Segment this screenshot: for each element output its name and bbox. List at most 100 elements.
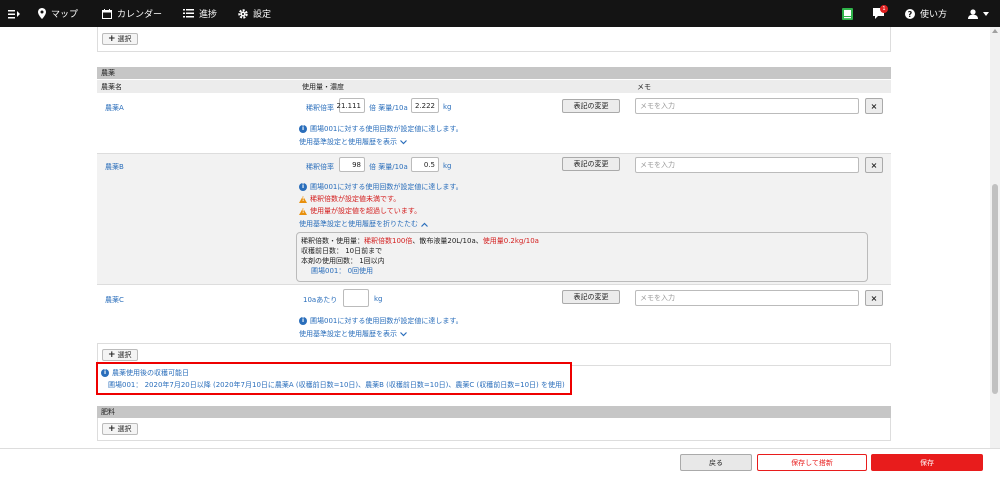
usage-count-info-text: 圃場001に対する使用回数が設定値に達します。 — [310, 317, 463, 325]
gear-icon — [238, 8, 248, 19]
amount-warning: 使用量が設定値を超過しています。 — [299, 206, 421, 216]
dilution-label: 稀釈倍率 — [306, 163, 334, 171]
usage-count-info-text: 圃場001に対する使用回数が設定値に達します。 — [310, 183, 463, 191]
pesticide-select-button[interactable]: + 選択 — [102, 349, 138, 361]
save-button[interactable]: 保存 — [871, 454, 983, 471]
warning-icon — [299, 207, 307, 215]
previous-section — [97, 27, 891, 52]
question-circle-icon: ? — [905, 8, 915, 19]
unit-label: kg — [443, 162, 452, 170]
detail-line-field-usage: 圃場001： 0回使用 — [311, 267, 374, 275]
col-name: 農薬名 — [101, 83, 122, 91]
notebook-button[interactable] — [842, 0, 853, 27]
menu-collapse-icon — [8, 9, 20, 18]
pesticide-name[interactable]: 農薬A — [105, 103, 124, 113]
collapse-history-label: 使用基準設定と使用履歴を折りたたむ — [299, 220, 418, 228]
usage-count-info: i 圃場001に対する使用回数が設定値に達します。 — [299, 182, 463, 192]
show-history-toggle[interactable]: 使用基準設定と使用履歴を表示 — [299, 329, 407, 339]
nav-progress[interactable]: 進捗 — [183, 0, 217, 27]
pesticide-section-header: 農薬 — [97, 67, 891, 79]
detail-line-usage-count: 本剤の使用回数： 1回以内 — [301, 257, 385, 265]
vertical-scrollbar[interactable] — [990, 27, 1000, 478]
info-icon: i — [299, 317, 307, 325]
fertilizer-section-header: 肥料 — [97, 406, 891, 418]
notation-change-button[interactable]: 表記の変更 — [562, 157, 620, 171]
per-10a-label: 10aあたり — [303, 296, 338, 304]
memo-input[interactable]: メモを入力 — [635, 98, 859, 114]
unit-label: kg — [374, 295, 383, 303]
plus-icon: + — [108, 350, 116, 360]
fertilizer-add-area — [97, 418, 891, 441]
harvest-available-box: i 農薬使用後の収穫可能日 圃場001： 2020年7月20日以降 (2020年7… — [96, 362, 572, 395]
detail-amount-value: 使用量0.2kg/10a — [482, 237, 539, 245]
collapse-history-toggle[interactable]: 使用基準設定と使用履歴を折りたたむ — [299, 219, 428, 229]
top-select-button[interactable]: + 選択 — [102, 33, 138, 45]
usage-count-info: i 圃場001に対する使用回数が設定値に達します。 — [299, 124, 463, 134]
amount-input[interactable]: 2.222 — [411, 98, 439, 113]
pesticide-row-a: 農薬A 稀釈倍率 21.111 倍 薬量/10a 2.222 kg 表記の変更 … — [97, 93, 891, 154]
scroll-up-icon[interactable] — [992, 29, 998, 33]
detail-dilution-prefix: 稀釈倍数・使用量： — [301, 237, 364, 245]
caret-down-icon — [983, 11, 989, 16]
dilution-warning: 稀釈倍数が設定値未満です。 — [299, 194, 400, 204]
col-usage: 使用量・濃度 — [302, 83, 344, 91]
memo-input[interactable]: メモを入力 — [635, 157, 859, 173]
notation-change-button[interactable]: 表記の変更 — [562, 99, 620, 113]
nav-progress-label: 進捗 — [199, 10, 218, 20]
nav-map[interactable]: マップ — [38, 0, 78, 27]
memo-input[interactable]: メモを入力 — [635, 290, 859, 306]
show-history-toggle[interactable]: 使用基準設定と使用履歴を表示 — [299, 137, 407, 147]
nav-calendar[interactable]: カレンダー — [102, 0, 162, 27]
pesticide-name[interactable]: 農薬C — [105, 295, 124, 305]
info-icon: i — [299, 125, 307, 133]
col-memo: メモ — [637, 83, 651, 91]
menu-toggle[interactable] — [8, 0, 20, 27]
harvest-title: i 農薬使用後の収穫可能日 — [101, 368, 189, 378]
notifications-button[interactable] — [873, 0, 884, 27]
pesticide-row-c: 農薬C 10aあたり kg 表記の変更 メモを入力 × i 圃場001に対する使用… — [97, 285, 891, 344]
notification-badge: 1 — [880, 5, 888, 13]
notation-change-button[interactable]: 表記の変更 — [562, 290, 620, 304]
nav-settings[interactable]: 設定 — [238, 0, 271, 27]
back-button[interactable]: 戻る — [680, 454, 752, 471]
dilution-input[interactable]: 21.111 — [337, 98, 365, 113]
chevron-down-icon — [400, 139, 407, 144]
help-label: 使い方 — [920, 10, 948, 20]
detail-line-preharvest: 収穫前日数： 10日前まで — [301, 247, 383, 255]
usage-count-info-text: 圃場001に対する使用回数が設定値に達します。 — [310, 125, 463, 133]
delete-row-button[interactable]: × — [865, 157, 883, 173]
dilution-input[interactable]: 98 — [339, 157, 365, 172]
pesticide-column-header: 農薬名 使用量・濃度 メモ — [97, 80, 891, 93]
amount-input[interactable] — [343, 289, 369, 307]
top-navbar: マップ カレンダー 進捗 設定 1 ? 使い方 — [0, 0, 1000, 27]
save-and-new-button[interactable]: 保存して搭新 — [757, 454, 867, 471]
user-icon — [968, 8, 978, 19]
unit-label: kg — [443, 103, 452, 111]
warning-icon — [299, 195, 307, 203]
scrollbar-thumb[interactable] — [992, 184, 998, 394]
plus-icon: + — [108, 424, 116, 434]
svg-text:?: ? — [908, 10, 913, 19]
delete-row-button[interactable]: × — [865, 98, 883, 114]
top-select-label: 選択 — [117, 35, 132, 43]
amount-input[interactable]: 0.5 — [411, 157, 439, 172]
calendar-icon — [102, 8, 112, 19]
fertilizer-select-button[interactable]: + 選択 — [102, 423, 138, 435]
amount-per-10a-label: 倍 薬量/10a — [369, 163, 408, 171]
detail-line-dilution: 稀釈倍数・使用量：稀釈倍数100倍、散布液量20L/10a、使用量0.2kg/1… — [301, 236, 863, 246]
show-history-label: 使用基準設定と使用履歴を表示 — [299, 330, 397, 338]
nav-settings-label: 設定 — [253, 10, 272, 20]
fertilizer-select-label: 選択 — [117, 425, 132, 433]
action-footer: 戻る 保存して搭新 保存 — [0, 448, 1000, 478]
chevron-up-icon — [421, 222, 428, 227]
pesticide-name[interactable]: 農薬B — [105, 162, 124, 172]
map-marker-icon — [38, 8, 46, 19]
dilution-label: 稀釈倍率 — [306, 104, 334, 112]
help-link[interactable]: ? 使い方 — [905, 0, 947, 27]
pesticide-select-label: 選択 — [117, 351, 132, 359]
delete-row-button[interactable]: × — [865, 290, 883, 306]
plus-icon: + — [108, 34, 116, 44]
amount-per-10a-label: 倍 薬量/10a — [369, 104, 408, 112]
usage-count-info: i 圃場001に対する使用回数が設定値に達します。 — [299, 316, 463, 326]
user-menu[interactable] — [968, 0, 989, 27]
